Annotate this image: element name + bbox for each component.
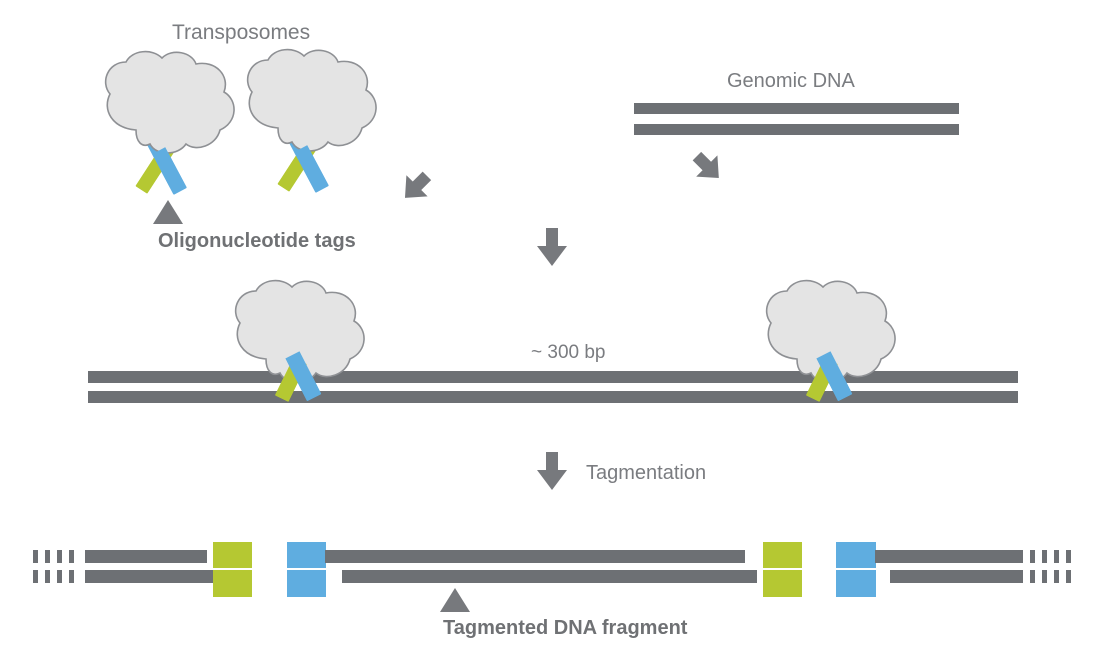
dash-mark (1030, 570, 1035, 583)
dna-strand-top (85, 550, 207, 563)
dash-mark (45, 550, 50, 563)
dna-strand-bottom (85, 570, 219, 583)
dash-mark (1030, 550, 1035, 563)
oligo-tag-green-bottom (763, 570, 802, 597)
dna-strand-bottom (634, 124, 959, 135)
dash-mark (1042, 550, 1047, 563)
oligo-tag-green-top (763, 542, 802, 568)
transposome-2 (246, 48, 377, 193)
dash-mark (1054, 550, 1059, 563)
transposome-body (104, 50, 235, 154)
dna-strand-top (88, 371, 1018, 383)
dash-mark (69, 570, 74, 583)
arrow-diagonal-down-left-icon (692, 151, 719, 179)
dna-strand-bottom (890, 570, 1023, 583)
oligo-tag-blue-top (287, 542, 326, 568)
dna-strand-bottom (342, 570, 757, 583)
arrow-down-icon-top (537, 228, 567, 266)
bound-transposome-left (234, 279, 365, 402)
dash-mark (1042, 570, 1047, 583)
oligo-tag-green-top (213, 542, 252, 568)
dna-strand-top (875, 550, 1023, 563)
tagmentation-diagram: Transposomes Genomic DNA Oligonucleotide… (0, 0, 1100, 663)
dash-mark (57, 550, 62, 563)
bound-transposome-right (765, 279, 896, 402)
transposome-body (246, 48, 377, 152)
arrow-diagonal-down-right-icon (404, 171, 432, 198)
diagram-vector-layer (88, 48, 1018, 612)
triangle-pointer-up-icon-fragment (440, 588, 470, 612)
dna-strand-top (325, 550, 745, 563)
dash-mark (1066, 570, 1071, 583)
oligo-tag-green-bottom (213, 570, 252, 597)
dna-strand-bottom (88, 391, 1018, 403)
dash-mark (69, 550, 74, 563)
dash-mark (57, 570, 62, 583)
oligo-tag-blue-bottom (836, 570, 876, 597)
dash-mark (45, 570, 50, 583)
arrow-down-icon-tagmentation (537, 452, 567, 490)
oligo-tag-blue-top (836, 542, 876, 568)
genomic-dna-duplex-top (634, 103, 959, 135)
dash-mark (33, 570, 38, 583)
oligo-tag-blue-bottom (287, 570, 326, 597)
genomic-dna-duplex-middle (88, 371, 1018, 403)
transposome-1 (104, 50, 235, 195)
triangle-pointer-up-icon (153, 200, 183, 224)
dash-mark (33, 550, 38, 563)
dna-strand-top (634, 103, 959, 114)
dash-mark (1066, 550, 1071, 563)
dash-mark (1054, 570, 1059, 583)
